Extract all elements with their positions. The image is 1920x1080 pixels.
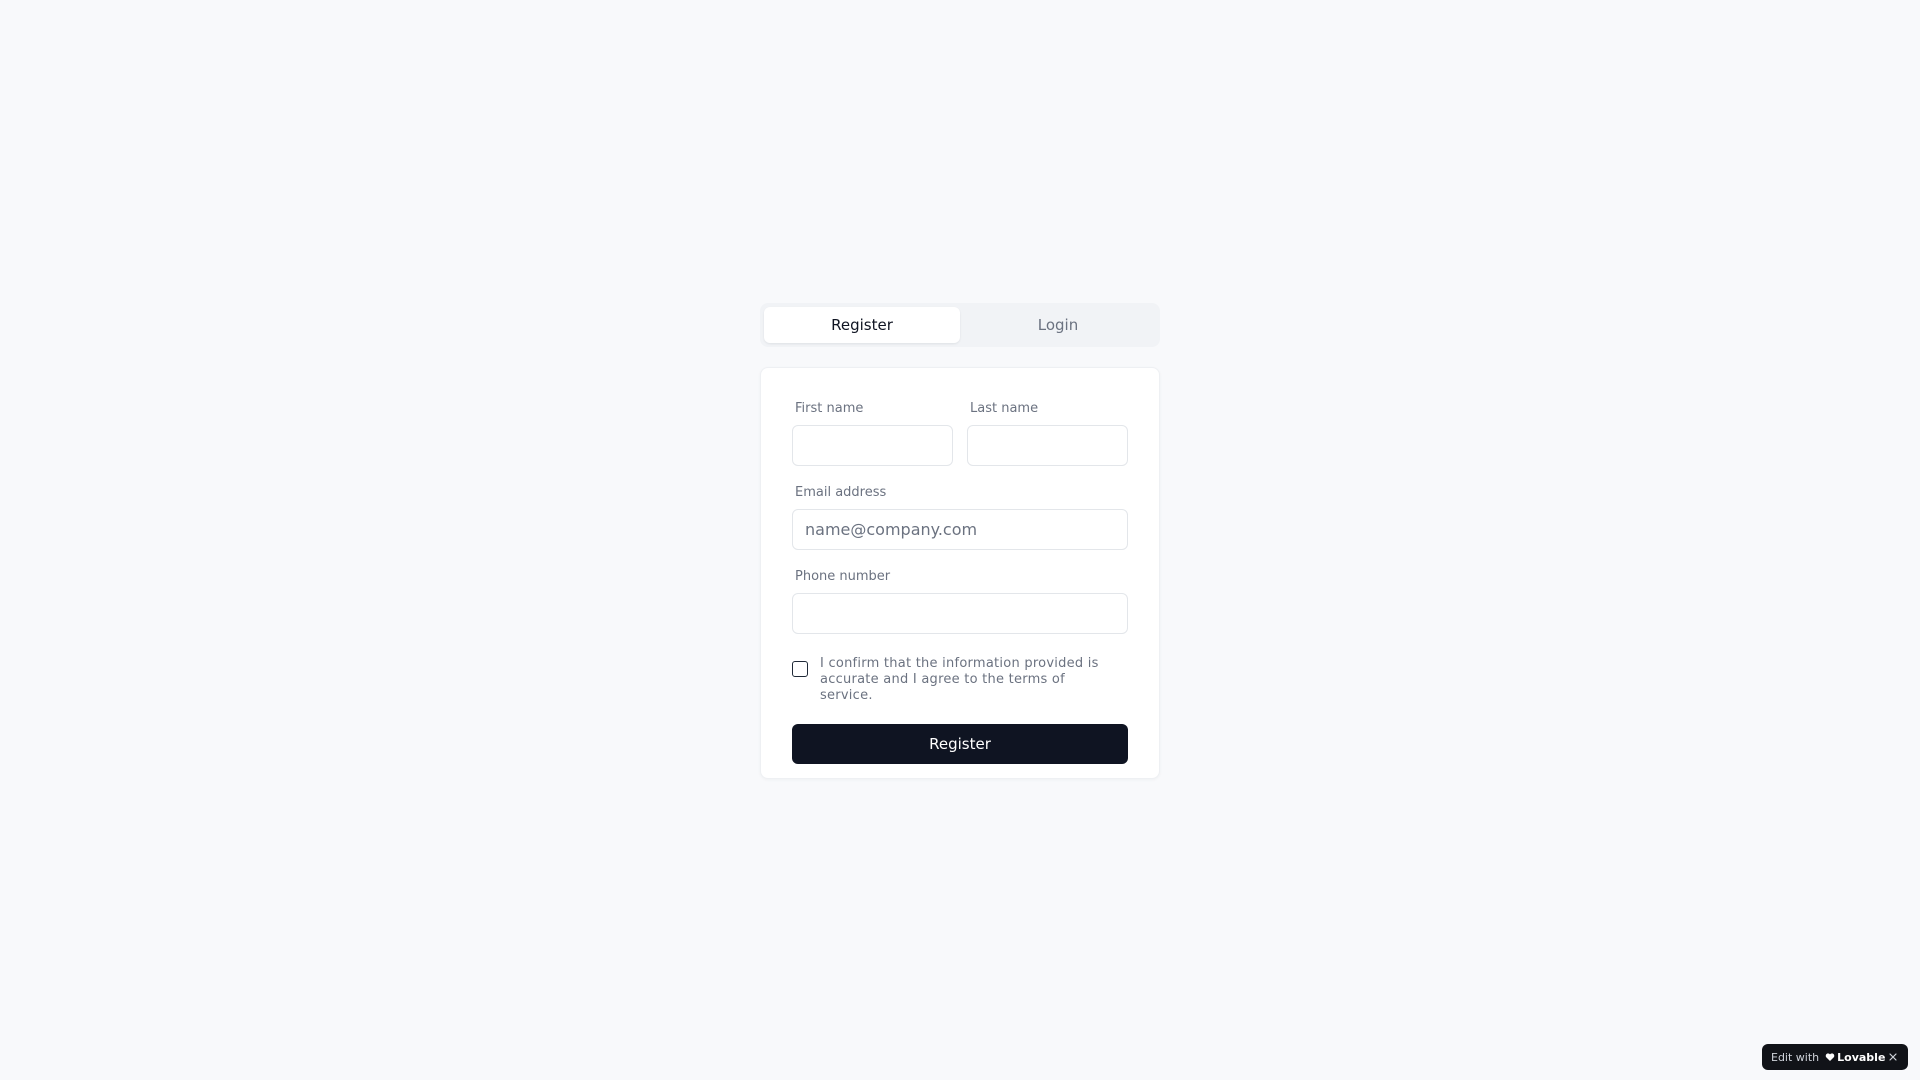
tab-login[interactable]: Login xyxy=(960,307,1156,343)
email-group: Email address xyxy=(792,484,1128,550)
first-name-label: First name xyxy=(795,401,864,416)
phone-input[interactable] xyxy=(792,593,1128,634)
last-name-input[interactable] xyxy=(967,425,1128,466)
register-button[interactable]: Register xyxy=(792,724,1128,764)
last-name-label: Last name xyxy=(970,401,1039,416)
phone-label: Phone number xyxy=(795,569,891,584)
email-label: Email address xyxy=(795,485,887,500)
first-name-group: First name xyxy=(792,400,953,466)
brand-name: Lovable xyxy=(1837,1050,1886,1064)
first-name-input[interactable] xyxy=(792,425,953,466)
edit-with-lovable-badge[interactable]: Edit with Lovable xyxy=(1762,1044,1908,1070)
phone-group: Phone number xyxy=(792,568,1128,634)
heart-icon xyxy=(1825,1053,1835,1061)
terms-checkbox[interactable] xyxy=(792,661,808,677)
auth-panel: Register Login First name Last name Emai… xyxy=(760,303,1160,779)
name-row: First name Last name xyxy=(792,400,1128,466)
terms-confirmation: I confirm that the information provided … xyxy=(792,656,1128,704)
terms-text: I confirm that the information provided … xyxy=(820,656,1099,703)
close-icon[interactable] xyxy=(1887,1051,1899,1063)
auth-tabs: Register Login xyxy=(760,303,1160,347)
lovable-brand: Lovable xyxy=(1825,1051,1885,1064)
last-name-group: Last name xyxy=(967,400,1128,466)
email-input[interactable] xyxy=(792,509,1128,550)
badge-prefix: Edit with xyxy=(1771,1050,1820,1064)
tab-register[interactable]: Register xyxy=(764,307,960,343)
register-form-card: First name Last name Email address Phone… xyxy=(760,367,1160,779)
